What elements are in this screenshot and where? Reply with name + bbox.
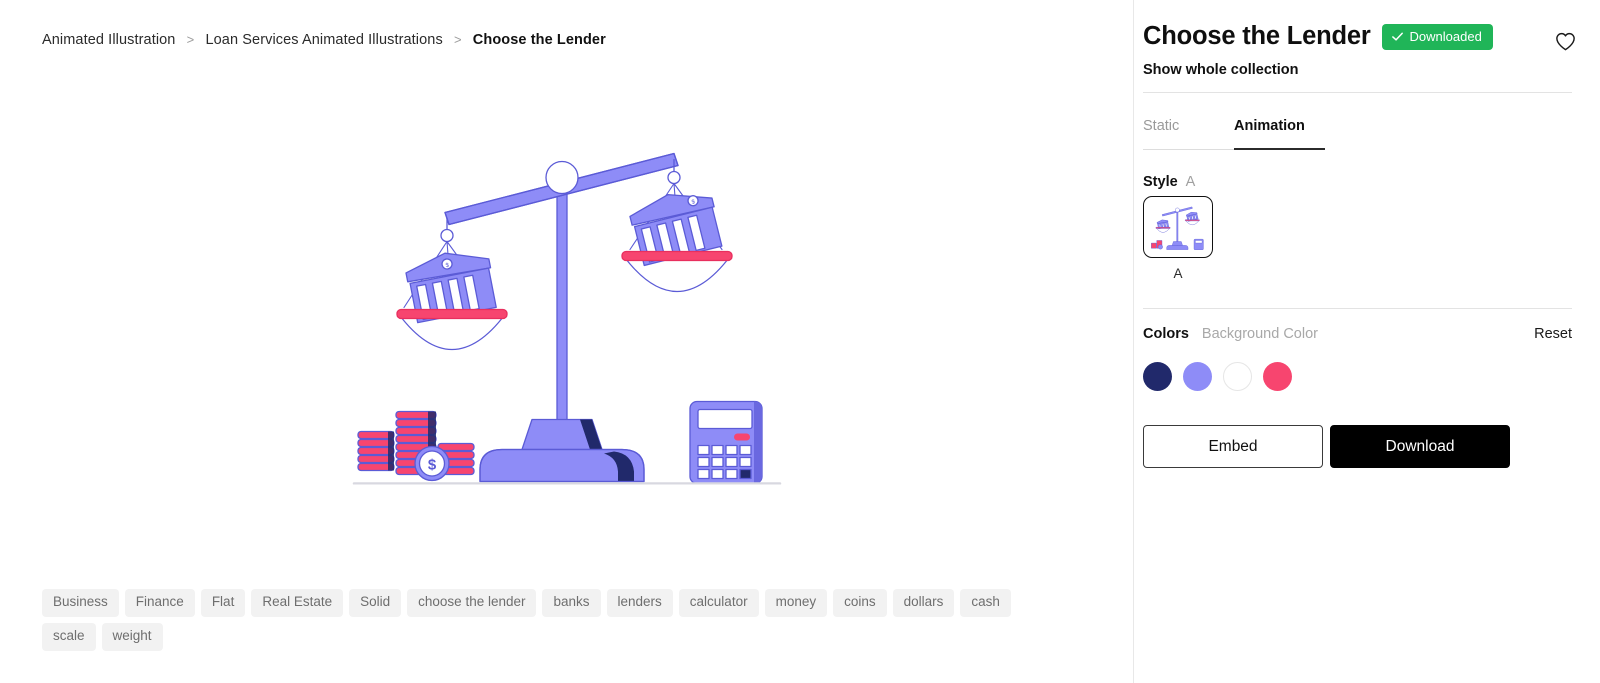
color-swatch-pink[interactable]	[1263, 362, 1292, 391]
svg-text:$: $	[428, 457, 437, 474]
tag-item[interactable]: calculator	[678, 589, 759, 618]
tag-item[interactable]: Business	[42, 589, 119, 618]
style-thumbnail-a[interactable]	[1143, 196, 1213, 258]
breadcrumb: Animated Illustration > Loan Services An…	[42, 32, 606, 48]
download-button[interactable]: Download	[1330, 425, 1510, 468]
background-color-tab[interactable]: Background Color	[1202, 326, 1318, 342]
colors-header: Colors Background Color Reset	[1143, 326, 1572, 342]
tab-bar: Static Animation	[1143, 118, 1325, 150]
choose-the-lender-illustration[interactable]: $ $ $	[352, 140, 782, 485]
tab-static[interactable]: Static	[1143, 118, 1234, 150]
style-label: Style A	[1143, 174, 1195, 190]
breadcrumb-separator-icon: >	[453, 32, 462, 47]
tag-item[interactable]: scale	[42, 623, 96, 651]
divider	[1143, 308, 1572, 309]
tag-item[interactable]: banks	[542, 589, 601, 618]
main-content-area: Animated Illustration > Loan Services An…	[0, 0, 1134, 683]
breadcrumb-item-1[interactable]: Animated Illustration	[42, 32, 175, 48]
tag-item[interactable]: Flat	[200, 589, 246, 618]
action-buttons: Embed Download	[1143, 425, 1572, 468]
tag-item[interactable]: Finance	[124, 589, 195, 618]
illustration-stage: $ $ $	[0, 62, 1134, 562]
tag-item[interactable]: money	[764, 589, 828, 618]
style-option-label: A	[1173, 266, 1183, 281]
tag-item[interactable]: Real Estate	[251, 589, 344, 618]
tag-item[interactable]: lenders	[606, 589, 673, 618]
breadcrumb-item-current: Choose the Lender	[472, 32, 606, 48]
tag-item[interactable]: cash	[960, 589, 1011, 618]
color-swatch-navy[interactable]	[1143, 362, 1172, 391]
tag-item[interactable]: weight	[101, 623, 163, 651]
color-swatch-white[interactable]	[1223, 362, 1252, 391]
style-label-text: Style	[1143, 174, 1178, 190]
app-root: Animated Illustration > Loan Services An…	[0, 0, 1600, 683]
reset-colors-link[interactable]: Reset	[1534, 326, 1572, 342]
embed-button[interactable]: Embed	[1143, 425, 1323, 468]
style-option-a: A	[1143, 196, 1213, 281]
tag-item[interactable]: coins	[833, 589, 887, 618]
check-icon	[1391, 30, 1404, 43]
color-swatch-list	[1143, 362, 1292, 391]
tag-item[interactable]: choose the lender	[407, 589, 537, 618]
divider	[1143, 92, 1572, 93]
style-selected-value: A	[1185, 174, 1196, 190]
tag-item[interactable]: dollars	[892, 589, 955, 618]
color-swatch-periwinkle[interactable]	[1183, 362, 1212, 391]
tab-animation[interactable]: Animation	[1234, 118, 1325, 150]
breadcrumb-separator-icon: >	[186, 32, 195, 47]
colors-label: Colors	[1143, 326, 1189, 342]
tag-list: Business Finance Flat Real Estate Solid …	[42, 589, 1062, 651]
show-whole-collection-link[interactable]: Show whole collection	[1143, 62, 1299, 78]
heart-outline-icon[interactable]	[1548, 24, 1582, 58]
panel-header: Choose the Lender Downloaded	[1143, 22, 1575, 51]
tag-item[interactable]: Solid	[349, 589, 402, 618]
status-badge-label: Downloaded	[1409, 28, 1482, 44]
status-badge: Downloaded	[1381, 23, 1493, 50]
detail-panel: Choose the Lender Downloaded Show whole …	[1134, 0, 1600, 683]
breadcrumb-item-2[interactable]: Loan Services Animated Illustrations	[205, 32, 442, 48]
page-title: Choose the Lender	[1143, 22, 1371, 50]
